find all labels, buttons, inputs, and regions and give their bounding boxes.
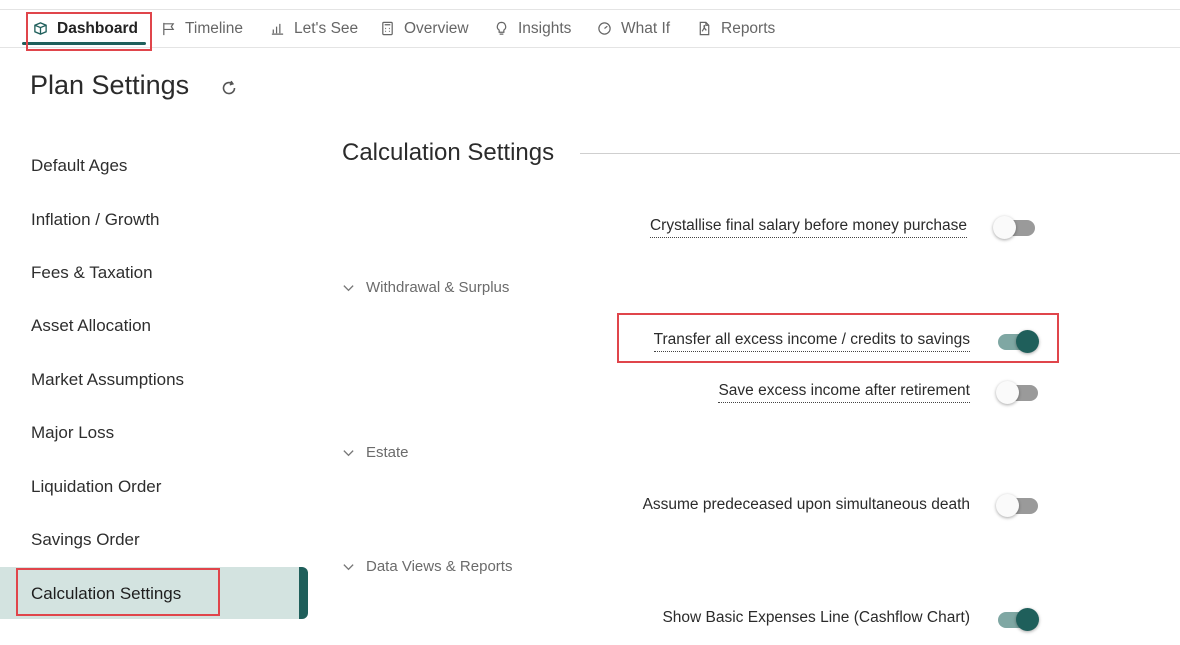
group-withdrawal-surplus[interactable]: Withdrawal & Surplus (342, 279, 509, 296)
divider (580, 153, 1180, 154)
option-label-assume-predeceased: Assume predeceased upon simultaneous dea… (642, 496, 970, 513)
chevron-down-icon (342, 560, 356, 574)
option-label-show-basic-expenses: Show Basic Expenses Line (Cashflow Chart… (662, 609, 970, 626)
active-tab-indicator (22, 42, 146, 45)
option-label-save-excess: Save excess income after retirement (718, 382, 970, 403)
sidebar-item-savings-order[interactable]: Savings Order (31, 530, 140, 550)
box-icon (32, 21, 48, 37)
tab-label: Timeline (185, 19, 243, 37)
tab-label: Insights (518, 19, 572, 37)
top-nav: Dashboard Timeline Let's See Overview In… (0, 9, 1180, 48)
group-estate[interactable]: Estate (342, 444, 409, 461)
toggle-crystallise[interactable] (993, 214, 1037, 240)
sidebar-item-major-loss[interactable]: Major Loss (31, 423, 114, 443)
calculator-icon (379, 21, 395, 37)
tab-label: Overview (404, 19, 469, 37)
chevron-down-icon (342, 446, 356, 460)
page-title: Plan Settings (30, 70, 190, 100)
group-label: Data Views & Reports (366, 558, 513, 575)
group-label: Estate (366, 444, 409, 461)
refresh-icon[interactable] (219, 78, 239, 98)
tab-label: Dashboard (57, 19, 138, 37)
sidebar-item-fees-taxation[interactable]: Fees & Taxation (31, 263, 153, 283)
sidebar-item-calculation-settings[interactable]: Calculation Settings (31, 584, 181, 604)
pdf-file-icon (696, 21, 712, 37)
sidebar-item-liquidation-order[interactable]: Liquidation Order (31, 477, 161, 497)
tab-label: Let's See (294, 19, 359, 37)
tab-label: What If (621, 19, 671, 37)
tab-reports[interactable]: Reports (696, 10, 775, 47)
tab-label: Reports (721, 19, 776, 37)
toggle-assume-predeceased[interactable] (996, 492, 1040, 518)
section-title: Calculation Settings (342, 139, 555, 166)
bar-chart-icon (269, 21, 285, 37)
group-label: Withdrawal & Surplus (366, 279, 510, 296)
tab-timeline[interactable]: Timeline (160, 10, 243, 47)
sidebar-item-market-assumptions[interactable]: Market Assumptions (31, 370, 184, 390)
sidebar-item-asset-allocation[interactable]: Asset Allocation (31, 316, 151, 336)
flag-icon (160, 21, 176, 37)
group-data-views-reports[interactable]: Data Views & Reports (342, 558, 512, 575)
option-label-crystallise: Crystallise final salary before money pu… (649, 217, 967, 238)
gauge-icon (596, 21, 612, 37)
tab-what-if[interactable]: What If (596, 10, 670, 47)
toggle-save-excess[interactable] (996, 379, 1040, 405)
chevron-down-icon (342, 281, 356, 295)
tab-overview[interactable]: Overview (379, 10, 469, 47)
option-label-transfer-excess: Transfer all excess income / credits to … (653, 331, 970, 352)
lightbulb-icon (493, 21, 509, 37)
tab-lets-see[interactable]: Let's See (269, 10, 358, 47)
sidebar-item-inflation-growth[interactable]: Inflation / Growth (31, 210, 160, 230)
tab-insights[interactable]: Insights (493, 10, 571, 47)
toggle-show-basic-expenses[interactable] (996, 606, 1040, 632)
sidebar-item-default-ages[interactable]: Default Ages (31, 156, 127, 176)
toggle-transfer-excess[interactable] (996, 328, 1040, 354)
